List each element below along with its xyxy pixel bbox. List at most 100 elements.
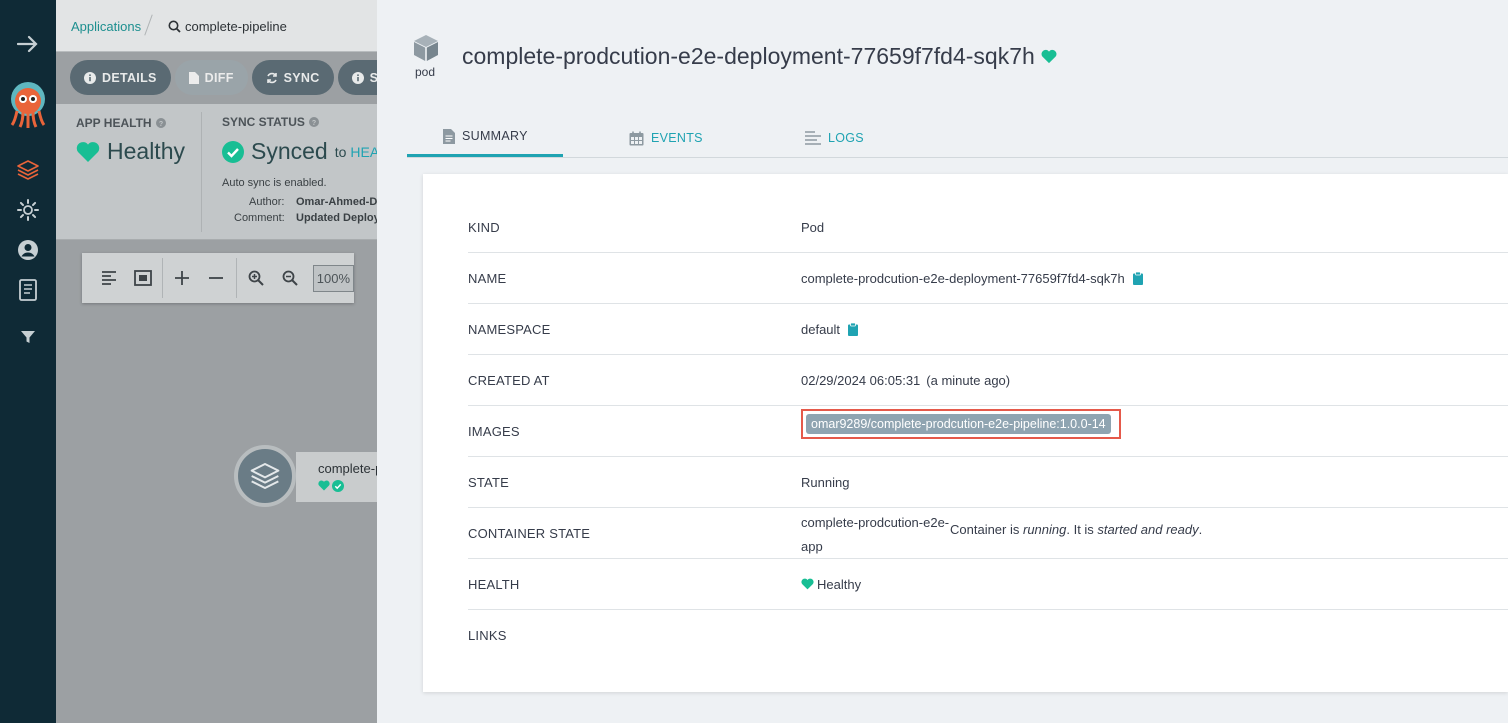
help-icon[interactable]: ?	[308, 117, 319, 127]
diff-button[interactable]: DIFF	[174, 60, 248, 95]
filter-funnel-icon[interactable]	[0, 327, 56, 347]
info-icon	[84, 71, 96, 84]
tab-logs[interactable]: LOGS	[805, 118, 864, 158]
created-at-label: CREATED AT	[468, 372, 550, 388]
argo-logo-icon[interactable]	[0, 80, 56, 132]
file-diff-icon	[188, 71, 199, 84]
links-label: LINKS	[468, 627, 507, 643]
breadcrumb-applications[interactable]: Applications	[71, 19, 141, 34]
details-button[interactable]: DETAILS	[70, 60, 171, 95]
container-desc-part: .	[1198, 522, 1203, 537]
documentation-book-icon[interactable]	[0, 277, 56, 303]
container-name: complete-prodcution-e2e-app	[801, 515, 950, 554]
align-left-icon[interactable]	[92, 260, 126, 296]
copy-clipboard-icon[interactable]	[1132, 271, 1143, 285]
app-health-label: APP HEALTH ?	[76, 116, 166, 130]
applications-layers-icon[interactable]	[0, 157, 56, 183]
container-desc-part: . It is	[1066, 522, 1098, 537]
tab-events[interactable]: EVENTS	[629, 118, 703, 158]
zoom-in-plus-icon[interactable]	[165, 260, 199, 296]
document-icon	[443, 128, 455, 144]
fit-screen-icon[interactable]	[126, 260, 160, 296]
breadcrumb-current-label: complete-pipeline	[185, 19, 287, 34]
svg-text:?: ?	[158, 121, 162, 128]
name-label: NAME	[468, 270, 507, 286]
author-value: Omar-Ahmed-Dt	[296, 196, 381, 208]
expand-arrow-icon[interactable]	[0, 30, 56, 58]
toolbar-separator	[162, 258, 164, 298]
heart-icon	[1041, 49, 1057, 64]
name-value: complete-prodcution-e2e-deployment-77659…	[801, 253, 1143, 303]
sync-status-text: Synced	[251, 138, 328, 164]
zoom-level[interactable]: 100%	[312, 264, 354, 292]
container-desc-part: Container is	[950, 522, 1023, 537]
state-label: STATE	[468, 474, 509, 490]
check-circle-icon	[222, 140, 244, 163]
graph-node-name: complete-p	[318, 461, 383, 476]
user-info-icon[interactable]	[0, 237, 56, 263]
tab-events-label: EVENTS	[651, 131, 703, 145]
summary-row-health: HEALTH Healthy	[468, 559, 1508, 610]
comment-value: Updated Deploym	[296, 212, 390, 224]
health-value: Healthy	[801, 559, 861, 609]
summary-row-created: CREATED AT 02/29/2024 06:05:31 (a minute…	[468, 355, 1508, 406]
image-highlight-box: omar9289/complete-prodcution-e2e-pipelin…	[801, 409, 1121, 439]
sync-button[interactable]: SYNC	[251, 60, 334, 95]
left-nav	[0, 0, 56, 723]
zoom-out-minus-icon[interactable]	[199, 260, 233, 296]
summary-row-links: LINKS	[468, 610, 1508, 661]
help-icon[interactable]: ?	[155, 118, 166, 128]
comment-label: Comment:	[234, 212, 285, 224]
settings-gear-icon[interactable]	[0, 197, 56, 223]
summary-row-namespace: NAMESPACE default	[468, 304, 1508, 355]
app-health-value: Healthy	[76, 138, 185, 165]
state-value: Running	[801, 474, 850, 490]
graph-node-status	[318, 480, 386, 492]
image-tag: omar9289/complete-prodcution-e2e-pipelin…	[806, 414, 1111, 434]
resource-kind-label: pod	[415, 65, 436, 79]
sync-button-label: SYNC	[283, 70, 320, 85]
breadcrumb-separator	[144, 14, 153, 36]
copy-clipboard-icon[interactable]	[848, 322, 859, 336]
resource-details-panel: pod complete-prodcution-e2e-deployment-7…	[377, 0, 1508, 723]
magnify-minus-icon[interactable]	[273, 260, 307, 296]
heart-icon	[318, 480, 330, 491]
container-desc-ready: started and ready	[1097, 522, 1199, 537]
namespace-value-text: default	[801, 321, 841, 337]
graph-node[interactable]: complete-p	[296, 452, 386, 502]
sync-status-value: Synced to HEAI	[222, 138, 383, 165]
sync-status-label-text: SYNC STATUS	[222, 115, 305, 129]
kind-value: Pod	[801, 219, 825, 235]
app-health-text: Healthy	[107, 138, 185, 164]
summary-row-state: STATE Running	[468, 457, 1508, 508]
pod-cube-icon	[414, 35, 438, 61]
check-circle-icon	[332, 480, 344, 492]
tab-summary[interactable]: SUMMARY	[407, 118, 563, 157]
search-icon	[168, 20, 181, 33]
app-action-buttons: DETAILS DIFF SYNC SY	[70, 60, 401, 95]
details-button-label: DETAILS	[102, 70, 157, 85]
auto-sync-text: Auto sync is enabled.	[222, 177, 327, 189]
created-at-value: 02/29/2024 06:05:31 (a minute ago)	[801, 355, 1010, 405]
summary-card: KIND Pod NAME complete-prodcution-e2e-de…	[423, 174, 1508, 692]
svg-text:?: ?	[312, 120, 316, 127]
author-label: Author:	[249, 196, 285, 208]
sync-arrows-icon	[266, 72, 277, 83]
created-at-relative: (a minute ago)	[926, 372, 1011, 388]
health-value-text: Healthy	[817, 576, 862, 592]
tab-summary-label: SUMMARY	[462, 129, 528, 143]
graph-node-icon[interactable]	[234, 445, 296, 507]
name-value-text: complete-prodcution-e2e-deployment-77659…	[801, 270, 1125, 286]
container-state-description: Container is running. It is started and …	[950, 522, 1202, 537]
namespace-value: default	[801, 304, 859, 354]
status-divider	[201, 112, 202, 232]
namespace-label: NAMESPACE	[468, 321, 551, 337]
resource-title-text: complete-prodcution-e2e-deployment-77659…	[462, 43, 1035, 69]
breadcrumb-current: complete-pipeline	[168, 19, 287, 34]
summary-row-container-state: CONTAINER STATE complete-prodcution-e2e-…	[468, 508, 1508, 559]
summary-row-kind: KIND Pod	[468, 202, 1508, 253]
calendar-icon	[629, 131, 644, 145]
magnify-plus-icon[interactable]	[238, 260, 272, 296]
kind-label: KIND	[468, 219, 500, 235]
heart-icon	[76, 141, 100, 162]
